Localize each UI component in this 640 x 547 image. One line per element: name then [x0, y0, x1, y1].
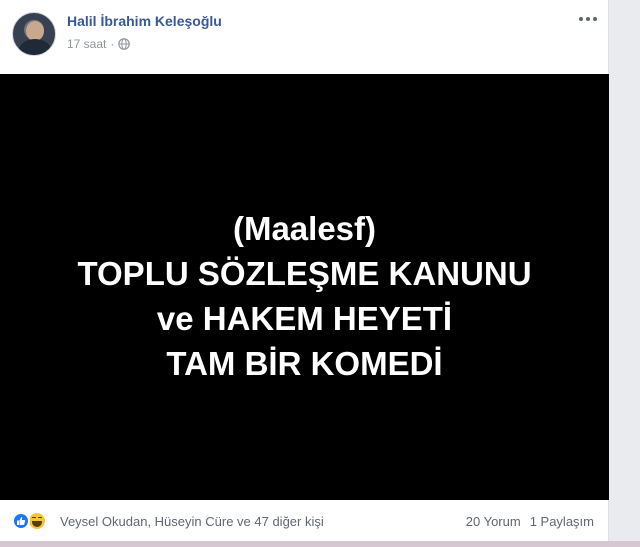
engagement-counts: 20 Yorum 1 Paylaşım — [466, 514, 594, 529]
post-footer: Veysel Okudan, Hüseyin Cüre ve 47 diğer … — [0, 500, 609, 541]
image-text-line: (Maalesf) — [232, 210, 377, 247]
image-text-line: TAM BİR KOMEDİ — [166, 345, 443, 382]
haha-eye — [38, 517, 42, 520]
image-text-line: TOPLU SÖZLEŞME KANUNU — [77, 255, 532, 292]
haha-eye — [32, 517, 36, 520]
more-dot — [579, 17, 583, 21]
reaction-icons[interactable] — [12, 511, 47, 531]
post-meta: 17 saat · — [67, 37, 131, 51]
meta-separator: · — [110, 37, 115, 51]
post-header: Halil İbrahim Keleşoğlu 17 saat · — [0, 0, 609, 74]
shares-count-link[interactable]: 1 Paylaşım — [530, 514, 594, 529]
image-text-block: (Maalesf) TOPLU SÖZLEŞME KANUNU ve HAKEM… — [77, 206, 531, 386]
thumb-icon — [17, 517, 26, 525]
more-dot — [593, 17, 597, 21]
more-options-icon[interactable] — [577, 11, 599, 27]
author-avatar[interactable] — [12, 12, 56, 56]
author-name-link[interactable]: Halil İbrahim Keleşoğlu — [67, 13, 222, 29]
avatar-face — [26, 21, 44, 41]
comments-count-link[interactable]: 20 Yorum — [466, 514, 521, 529]
post-card: Halil İbrahim Keleşoğlu 17 saat · (Maale… — [0, 0, 609, 541]
image-text-line: ve HAKEM HEYETİ — [156, 300, 453, 337]
like-icon — [12, 512, 30, 530]
haha-icon — [27, 511, 47, 531]
post-timestamp[interactable]: 17 saat — [67, 37, 106, 51]
avatar-body — [19, 39, 51, 55]
haha-mouth — [32, 521, 42, 527]
more-dot — [586, 17, 590, 21]
reaction-names-link[interactable]: Veysel Okudan, Hüseyin Cüre ve 47 diğer … — [60, 514, 324, 529]
bottom-divider — [0, 541, 640, 547]
post-image[interactable]: (Maalesf) TOPLU SÖZLEŞME KANUNU ve HAKEM… — [0, 74, 609, 500]
globe-icon[interactable] — [118, 38, 131, 50]
